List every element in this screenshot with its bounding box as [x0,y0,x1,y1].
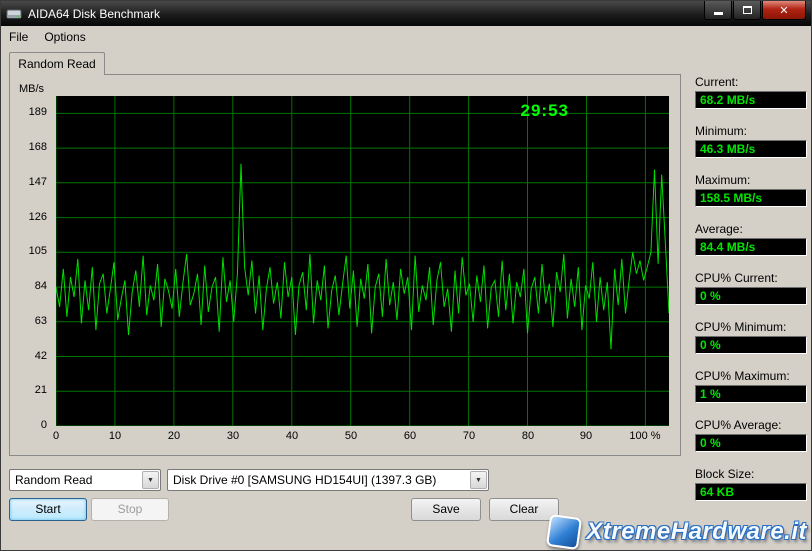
stat-label: Minimum: [695,124,807,138]
elapsed-timer: 29:53 [521,101,569,121]
y-axis-ticks: 189168147126105846342210 [7,96,49,426]
x-tick-label: 30 [227,430,239,442]
x-axis-ticks: 0 10 20 30 40 50 60 70 80 90 100 % [56,430,669,444]
close-icon: ✕ [779,4,788,17]
stat-value: 46.3 MB/s [695,140,807,158]
drive-select-value: Disk Drive #0 [SAMSUNG HD154UI] (1397.3 … [168,473,470,487]
titlebar[interactable]: AIDA64 Disk Benchmark ✕ [1,1,811,26]
app-window: AIDA64 Disk Benchmark ✕ File Options Ran… [0,0,812,551]
stat-item: Average: 84.4 MB/s [695,222,807,256]
stat-item: Minimum: 46.3 MB/s [695,124,807,158]
stat-label: Maximum: [695,173,807,187]
drive-select[interactable]: Disk Drive #0 [SAMSUNG HD154UI] (1397.3 … [167,469,489,491]
stat-value: 0 % [695,287,807,305]
tab-random-read[interactable]: Random Read [9,52,105,75]
x-tick-label: 40 [286,430,298,442]
y-axis-label: MB/s [19,83,44,95]
stat-value: 68.2 MB/s [695,91,807,109]
y-tick-label: 84 [35,280,47,292]
y-tick-label: 42 [35,350,47,362]
stat-value: 1 % [695,385,807,403]
x-tick-label: 10 [109,430,121,442]
dropdown-arrow-icon: ▼ [470,471,487,489]
x-tick-label: 100 % [629,430,660,442]
y-tick-label: 63 [35,315,47,327]
dropdown-arrow-icon: ▼ [142,471,159,489]
stat-label: CPU% Current: [695,271,807,285]
stat-item: CPU% Current: 0 % [695,271,807,305]
x-tick-label: 50 [345,430,357,442]
stat-value: 158.5 MB/s [695,189,807,207]
minimize-icon [714,12,723,15]
start-button[interactable]: Start [9,498,87,521]
stat-label: Average: [695,222,807,236]
y-tick-label: 105 [29,245,47,257]
stat-label: Current: [695,75,807,89]
maximize-icon [743,6,752,14]
y-tick-label: 0 [41,419,47,431]
y-tick-label: 126 [29,211,47,223]
y-tick-label: 21 [35,384,47,396]
window-controls: ✕ [703,1,806,20]
test-type-value: Random Read [10,473,142,487]
minimize-button[interactable] [704,1,732,20]
x-tick-label: 0 [53,430,59,442]
disk-icon [6,6,22,22]
menubar: File Options [1,26,811,47]
x-tick-label: 70 [463,430,475,442]
menu-file[interactable]: File [1,28,36,46]
stat-value: 0 % [695,336,807,354]
window-title: AIDA64 Disk Benchmark [28,7,160,21]
chart-plot-area: 29:53 [56,96,669,426]
stat-item: Current: 68.2 MB/s [695,75,807,109]
stat-value: 0 % [695,434,807,452]
watermark: XtremeHardware.it [548,516,807,548]
close-button[interactable]: ✕ [762,1,806,20]
x-tick-label: 60 [404,430,416,442]
stat-value: 64 KB [695,483,807,501]
x-tick-label: 80 [522,430,534,442]
stat-item: CPU% Minimum: 0 % [695,320,807,354]
stat-label: Block Size: [695,467,807,481]
save-button[interactable]: Save [411,498,481,521]
stat-item: Maximum: 158.5 MB/s [695,173,807,207]
menu-options[interactable]: Options [36,28,93,46]
x-tick-label: 90 [580,430,592,442]
maximize-button[interactable] [733,1,761,20]
stop-button[interactable]: Stop [91,498,169,521]
test-type-select[interactable]: Random Read ▼ [9,469,161,491]
stat-item: CPU% Maximum: 1 % [695,369,807,403]
x-tick-label: 20 [168,430,180,442]
stat-label: CPU% Maximum: [695,369,807,383]
stat-value: 84.4 MB/s [695,238,807,256]
y-tick-label: 189 [29,106,47,118]
stats-panel: Current: 68.2 MB/s Minimum: 46.3 MB/s Maximu… [695,75,807,516]
y-tick-label: 147 [29,176,47,188]
y-tick-label: 168 [29,141,47,153]
stat-item: Block Size: 64 KB [695,467,807,501]
watermark-text: XtremeHardware.it [586,518,807,546]
stat-label: CPU% Minimum: [695,320,807,334]
benchmark-chart [56,96,669,426]
xtremehardware-logo-icon [546,514,582,550]
stat-item: CPU% Average: 0 % [695,418,807,452]
stat-label: CPU% Average: [695,418,807,432]
